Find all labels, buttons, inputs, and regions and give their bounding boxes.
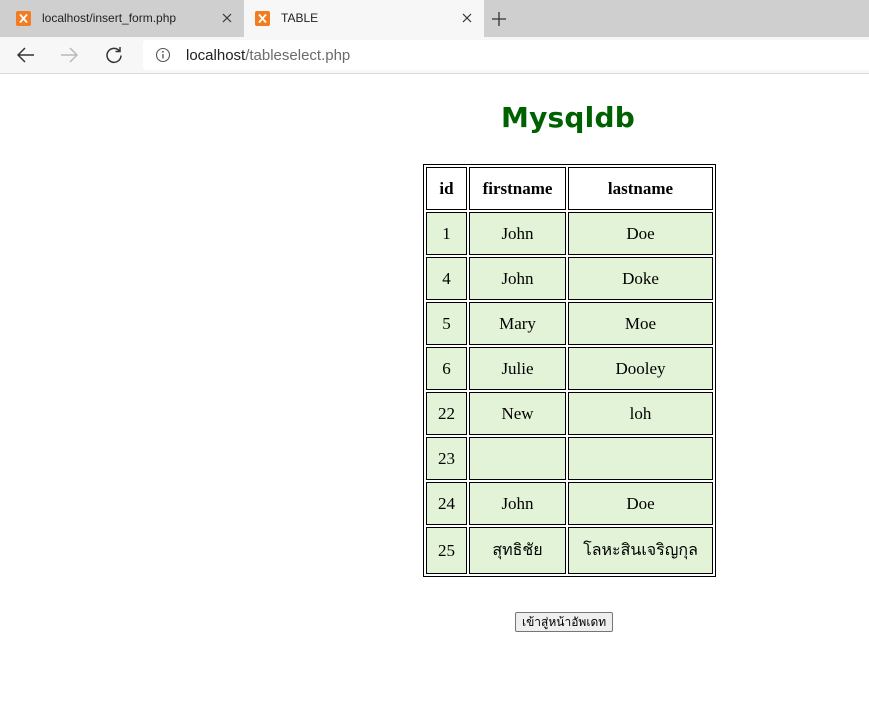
- page-title: Mysqldb: [501, 101, 635, 134]
- cell-lastname: [568, 437, 713, 480]
- tab-insert-form[interactable]: localhost/insert_form.php: [0, 0, 244, 37]
- cell-firstname: Julie: [469, 347, 566, 390]
- url-path: /tableselect.php: [245, 47, 351, 64]
- address-bar[interactable]: localhost/tableselect.php: [143, 40, 869, 70]
- xampp-icon: [255, 11, 270, 26]
- close-tab-icon[interactable]: [458, 9, 476, 27]
- cell-firstname: John: [469, 482, 566, 525]
- cell-lastname: Moe: [568, 302, 713, 345]
- tab-title: localhost/insert_form.php: [42, 11, 177, 25]
- tab-strip: localhost/insert_form.php TABLE: [0, 0, 869, 37]
- cell-lastname: โลหะสินเจริญกุล: [568, 527, 713, 574]
- cell-firstname: John: [469, 257, 566, 300]
- info-icon[interactable]: [155, 47, 171, 63]
- tab-table[interactable]: TABLE: [244, 0, 484, 37]
- cell-id: 25: [426, 527, 467, 574]
- xampp-icon: [16, 11, 31, 26]
- table-row: 24 John Doe: [426, 482, 713, 525]
- cell-id: 1: [426, 212, 467, 255]
- column-header-lastname: lastname: [568, 167, 713, 210]
- reload-icon[interactable]: [102, 43, 126, 67]
- forward-icon[interactable]: [57, 43, 81, 67]
- table-row: 6 Julie Dooley: [426, 347, 713, 390]
- cell-lastname: loh: [568, 392, 713, 435]
- cell-lastname: Doke: [568, 257, 713, 300]
- table-row: 25 สุทธิชัย โลหะสินเจริญกุล: [426, 527, 713, 574]
- table-row: 23: [426, 437, 713, 480]
- cell-firstname: John: [469, 212, 566, 255]
- close-tab-icon[interactable]: [218, 9, 236, 27]
- table-row: 4 John Doke: [426, 257, 713, 300]
- cell-firstname: สุทธิชัย: [469, 527, 566, 574]
- cell-lastname: Doe: [568, 212, 713, 255]
- cell-firstname: Mary: [469, 302, 566, 345]
- navigation-bar: localhost/tableselect.php: [0, 37, 869, 74]
- table-row: 5 Mary Moe: [426, 302, 713, 345]
- cell-id: 23: [426, 437, 467, 480]
- cell-id: 5: [426, 302, 467, 345]
- cell-id: 22: [426, 392, 467, 435]
- users-table: id firstname lastname 1 John Doe 4 John …: [423, 164, 716, 577]
- cell-id: 4: [426, 257, 467, 300]
- cell-firstname: [469, 437, 566, 480]
- url-text[interactable]: localhost/tableselect.php: [186, 47, 350, 64]
- back-icon[interactable]: [14, 43, 38, 67]
- table-row: 1 John Doe: [426, 212, 713, 255]
- cell-id: 6: [426, 347, 467, 390]
- new-tab-icon[interactable]: [488, 8, 510, 30]
- go-to-update-button[interactable]: เข้าสู่หน้าอัพเดท: [515, 612, 614, 632]
- column-header-id: id: [426, 167, 467, 210]
- cell-id: 24: [426, 482, 467, 525]
- column-header-firstname: firstname: [469, 167, 566, 210]
- page-content: Mysqldb id firstname lastname 1 John Doe…: [0, 74, 869, 711]
- tab-title: TABLE: [281, 11, 319, 25]
- table-header-row: id firstname lastname: [426, 167, 713, 210]
- cell-lastname: Dooley: [568, 347, 713, 390]
- url-host: localhost: [186, 47, 246, 64]
- table-row: 22 New loh: [426, 392, 713, 435]
- cell-lastname: Doe: [568, 482, 713, 525]
- cell-firstname: New: [469, 392, 566, 435]
